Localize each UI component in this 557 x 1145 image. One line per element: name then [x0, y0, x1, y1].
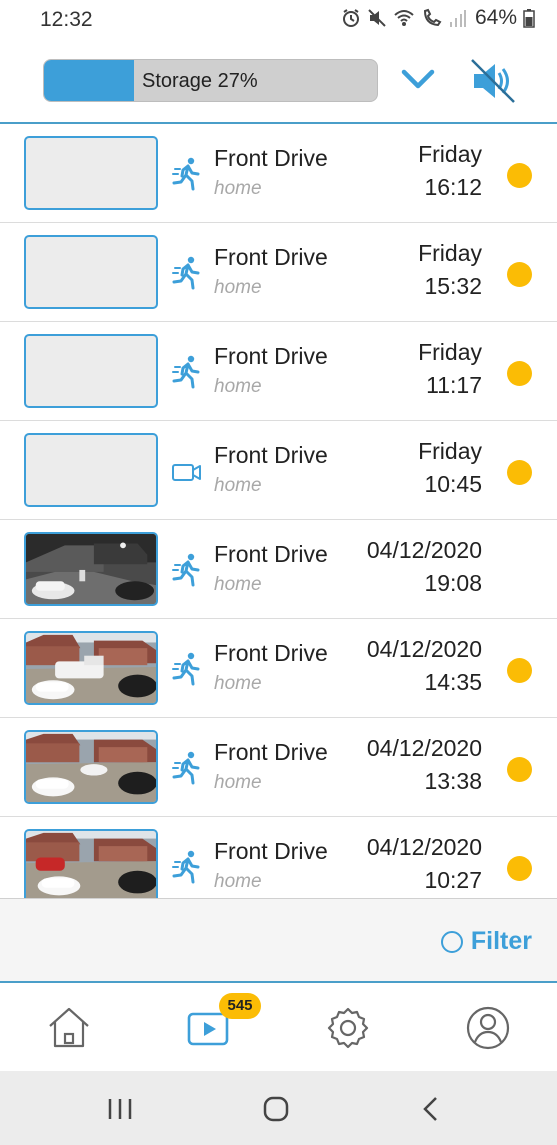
- event-thumbnail[interactable]: [24, 829, 158, 898]
- event-day: Friday: [418, 438, 482, 464]
- event-camera-name: Front Drive: [214, 838, 328, 864]
- bottom-nav: 545: [0, 985, 557, 1071]
- event-time: 14:35: [424, 669, 482, 695]
- battery-percent: 64%: [474, 6, 517, 29]
- filter-radio-icon: [440, 930, 463, 953]
- event-list[interactable]: Front Drive home Friday 16:12 Front Drive hom…: [0, 124, 557, 898]
- settings-icon[interactable]: [323, 1003, 373, 1053]
- event-day: 04/12/2020: [366, 735, 482, 761]
- event-row[interactable]: Front Drive home Friday 15:32: [0, 223, 557, 322]
- system-nav-bar: [0, 1071, 557, 1145]
- event-location: home: [214, 376, 262, 397]
- event-thumbnail[interactable]: [24, 532, 158, 606]
- mute-status-icon: [367, 8, 387, 28]
- alarm-icon: [341, 8, 361, 28]
- event-location: home: [214, 178, 262, 199]
- event-row[interactable]: Front Drive home Friday 16:12: [0, 124, 557, 223]
- event-location: home: [214, 475, 262, 496]
- wifi-icon: [393, 8, 415, 28]
- home-icon[interactable]: [44, 1003, 94, 1053]
- status-bar: 12:32 64%: [0, 0, 557, 40]
- recent-apps-icon[interactable]: [104, 1093, 136, 1125]
- event-camera-name: Front Drive: [214, 343, 328, 369]
- library-badge: 545: [219, 993, 261, 1019]
- event-time: 19:08: [424, 570, 482, 596]
- storage-fill: [44, 60, 134, 101]
- filter-bar: Filter: [0, 898, 557, 983]
- event-time: 10:27: [424, 867, 482, 893]
- motion-icon: [172, 256, 202, 290]
- motion-icon: [172, 652, 202, 686]
- filter-button[interactable]: Filter: [440, 927, 532, 956]
- event-thumbnail[interactable]: [24, 433, 158, 507]
- unread-dot-icon: [507, 757, 532, 782]
- storage-bar: Storage 27%: [43, 59, 378, 102]
- filter-label: Filter: [470, 927, 532, 955]
- event-location: home: [214, 871, 262, 892]
- unread-dot-icon: [507, 856, 532, 881]
- event-thumbnail[interactable]: [24, 235, 158, 309]
- motion-icon: [172, 355, 202, 389]
- signal-icon: [449, 8, 467, 28]
- event-row[interactable]: Front Drive home Friday 10:45: [0, 421, 557, 520]
- event-row[interactable]: Front Drive home 04/12/2020 10:27: [0, 817, 557, 898]
- storage-label: Storage 27%: [142, 70, 258, 92]
- event-location: home: [214, 772, 262, 793]
- motion-icon: [172, 850, 202, 884]
- event-time: 13:38: [424, 768, 482, 794]
- mute-toggle-icon[interactable]: [468, 56, 518, 106]
- back-icon[interactable]: [416, 1093, 448, 1125]
- event-camera-name: Front Drive: [214, 145, 328, 171]
- status-time: 12:32: [40, 8, 93, 31]
- status-icons: 64%: [341, 6, 535, 30]
- motion-icon: [172, 157, 202, 191]
- event-time: 16:12: [424, 174, 482, 200]
- unread-dot-icon: [507, 361, 532, 386]
- event-row[interactable]: Front Drive home Friday 11:17: [0, 322, 557, 421]
- event-time: 15:32: [424, 273, 482, 299]
- event-location: home: [214, 277, 262, 298]
- event-location: home: [214, 673, 262, 694]
- event-row[interactable]: Front Drive home 04/12/2020 14:35: [0, 619, 557, 718]
- event-camera-name: Front Drive: [214, 739, 328, 765]
- event-thumbnail[interactable]: [24, 136, 158, 210]
- event-camera-name: Front Drive: [214, 442, 328, 468]
- event-camera-name: Front Drive: [214, 244, 328, 270]
- event-location: home: [214, 574, 262, 595]
- event-camera-name: Front Drive: [214, 541, 328, 567]
- event-thumbnail[interactable]: [24, 631, 158, 705]
- motion-icon: [172, 553, 202, 587]
- chevron-down-icon[interactable]: [398, 62, 438, 98]
- event-day: Friday: [418, 141, 482, 167]
- event-time: 11:17: [426, 372, 482, 398]
- video-camera-icon: [172, 454, 202, 488]
- account-icon[interactable]: [463, 1003, 513, 1053]
- event-camera-name: Front Drive: [214, 640, 328, 666]
- event-time: 10:45: [424, 471, 482, 497]
- event-day: Friday: [418, 240, 482, 266]
- home-system-icon[interactable]: [260, 1093, 292, 1125]
- unread-dot-icon: [507, 460, 532, 485]
- event-day: Friday: [418, 339, 482, 365]
- wifi-call-icon: [421, 8, 443, 28]
- event-thumbnail[interactable]: [24, 730, 158, 804]
- event-row[interactable]: Front Drive home 04/12/2020 19:08: [0, 520, 557, 619]
- unread-dot-icon: [507, 262, 532, 287]
- battery-icon: [523, 8, 535, 28]
- motion-icon: [172, 751, 202, 785]
- event-day: 04/12/2020: [366, 636, 482, 662]
- event-thumbnail[interactable]: [24, 334, 158, 408]
- top-bar: Storage 27%: [0, 40, 557, 122]
- unread-dot-icon: [507, 658, 532, 683]
- unread-dot-icon: [507, 163, 532, 188]
- event-row[interactable]: Front Drive home 04/12/2020 13:38: [0, 718, 557, 817]
- event-day: 04/12/2020: [366, 537, 482, 563]
- event-day: 04/12/2020: [366, 834, 482, 860]
